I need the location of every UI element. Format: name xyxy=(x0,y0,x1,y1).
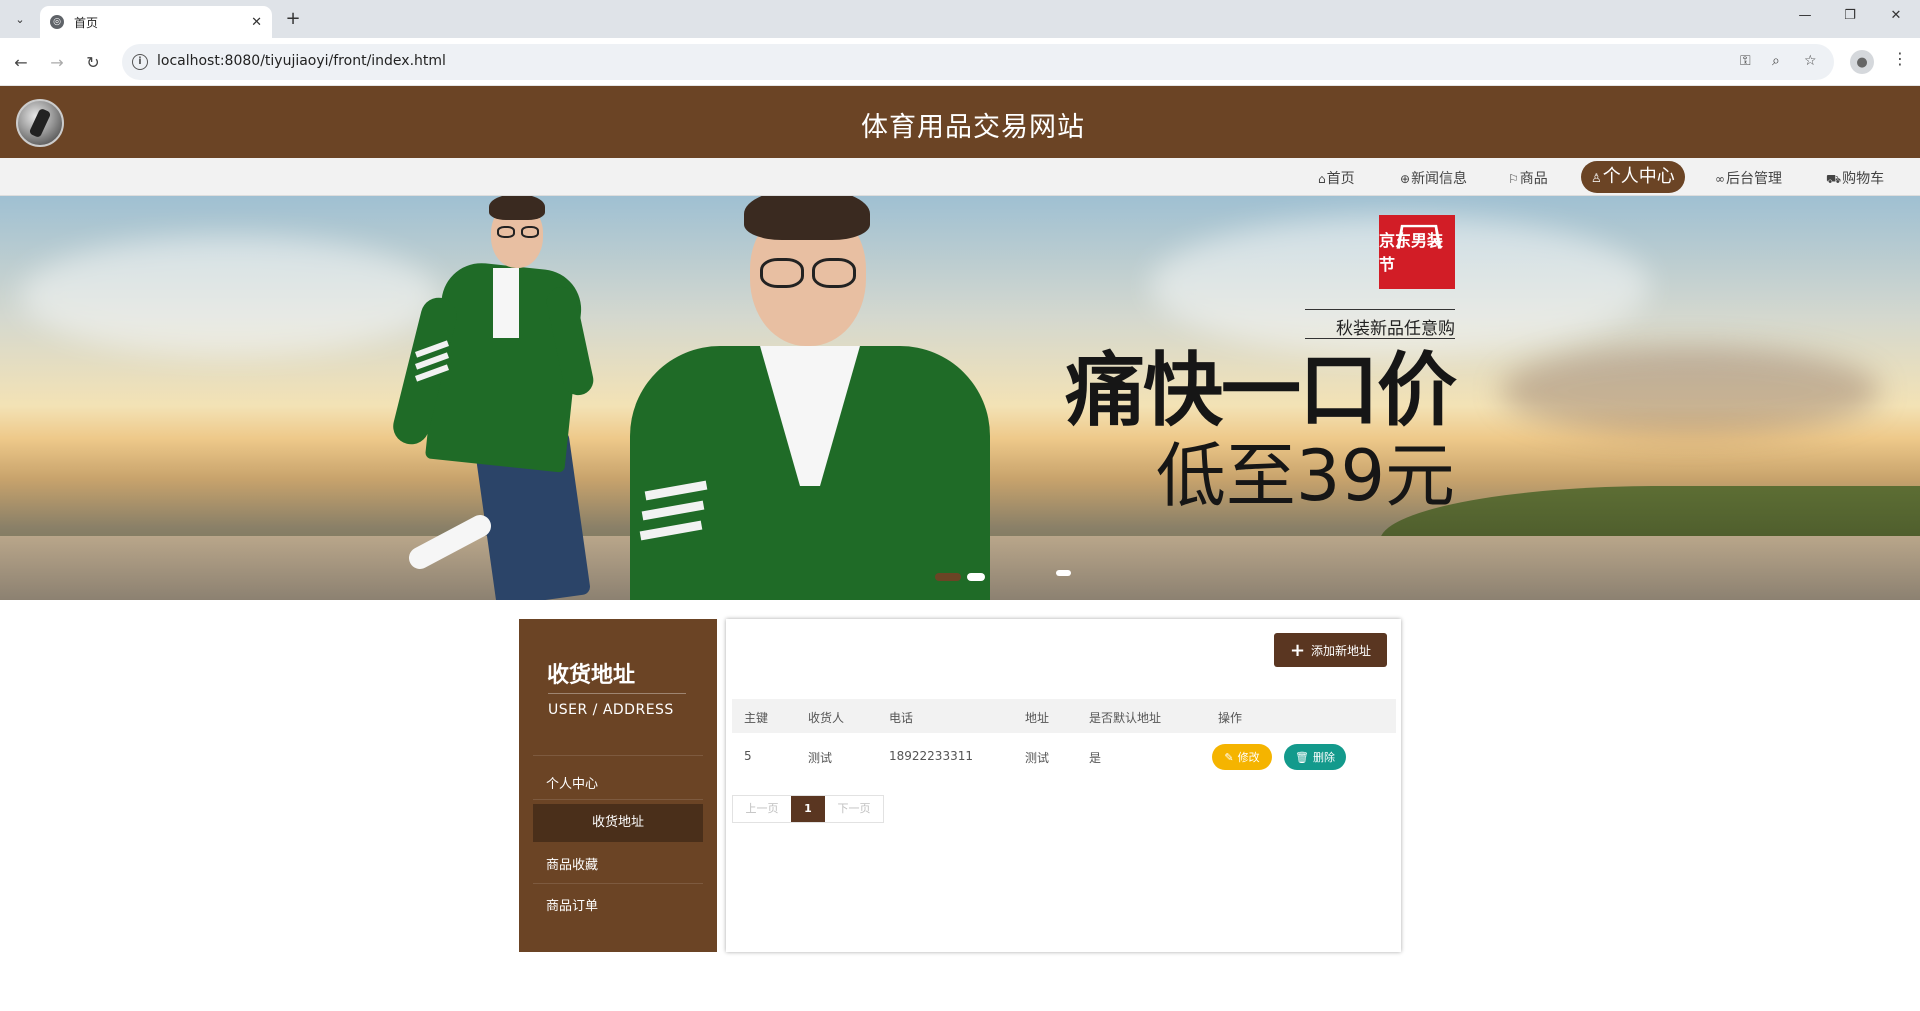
home-icon: ⌂ xyxy=(1318,172,1326,186)
brand-logo: 京东男装节 xyxy=(1379,215,1455,289)
minimize-icon[interactable]: — xyxy=(1795,8,1815,23)
tab-search-chevron-icon[interactable]: ⌄ xyxy=(8,7,32,31)
banner-tagline: 秋装新品任意购 xyxy=(1305,309,1455,339)
col-address: 地址 xyxy=(1025,711,1050,725)
carousel-dot[interactable] xyxy=(935,573,961,581)
flag-icon: ⚐ xyxy=(1508,172,1519,186)
close-tab-icon[interactable]: ✕ xyxy=(251,15,262,30)
nav-cart[interactable]: ⛟购物车 xyxy=(1826,168,1884,188)
address-bar[interactable]: i localhost:8080/tiyujiaoyi/front/index.… xyxy=(122,44,1834,80)
banner-subline: 低至39元 xyxy=(1155,435,1455,517)
divider xyxy=(533,799,703,800)
table-header: 主键 收货人 电话 地址 是否默认地址 操作 xyxy=(732,699,1396,733)
nav-news[interactable]: ⊕新闻信息 xyxy=(1400,168,1467,188)
carousel-dot[interactable] xyxy=(1056,570,1071,576)
new-tab-button[interactable]: + xyxy=(282,8,304,29)
trash-icon: 🗑 xyxy=(1295,750,1309,764)
pagination: 上一页 1 下一页 xyxy=(732,795,884,823)
table-row: 5 测试 18922233311 测试 是 ✎ 修改 🗑 删除 xyxy=(732,733,1396,773)
profile-avatar-icon[interactable]: ● xyxy=(1850,50,1874,74)
back-arrow-icon[interactable]: ← xyxy=(9,50,33,74)
banner-headline: 痛快一口价 xyxy=(1065,344,1457,437)
cart-icon: ⛟ xyxy=(1826,172,1842,186)
col-id: 主键 xyxy=(744,711,769,725)
page-1-button[interactable]: 1 xyxy=(791,796,825,822)
site-title: 体育用品交易网站 xyxy=(861,112,1085,143)
window-close-icon[interactable]: ✕ xyxy=(1886,8,1906,23)
col-phone: 电话 xyxy=(889,711,914,725)
cloud xyxy=(1500,346,1880,436)
globe-icon: ◎ xyxy=(50,15,64,29)
divider xyxy=(533,883,703,884)
forward-arrow-icon[interactable]: → xyxy=(45,50,69,74)
cloud xyxy=(20,236,440,356)
add-address-label: 添加新地址 xyxy=(1311,643,1372,658)
reload-icon[interactable]: ↻ xyxy=(81,50,105,74)
sidebar-title: 收货地址 xyxy=(547,663,636,688)
edit-label: 修改 xyxy=(1237,751,1260,764)
sidebar-item-address[interactable]: 收货地址 xyxy=(533,804,703,842)
plus-icon: + xyxy=(1289,639,1306,661)
browser-tab-strip: ⌄ ◎ 首页 ✕ + — ❐ ✕ xyxy=(0,0,1920,38)
add-address-button[interactable]: + 添加新地址 xyxy=(1274,633,1387,667)
main-nav: ⌂首页 ⊕新闻信息 ⚐商品 ♙个人中心 ∞后台管理 ⛟购物车 xyxy=(0,158,1920,196)
site-info-icon[interactable]: i xyxy=(132,54,148,70)
globe-icon: ⊕ xyxy=(1400,172,1411,186)
carousel-dot-active[interactable] xyxy=(967,573,985,581)
sidebar-item-orders[interactable]: 商品订单 xyxy=(546,895,598,914)
password-key-icon[interactable]: ⚿ xyxy=(1740,53,1751,69)
bookmark-star-icon[interactable]: ☆ xyxy=(1804,53,1817,69)
address-panel: + 添加新地址 主键 收货人 电话 地址 是否默认地址 操作 5 测试 1892… xyxy=(726,619,1401,952)
user-sidebar: 收货地址 USER / ADDRESS 个人中心 收货地址 商品收藏 商品订单 xyxy=(519,619,717,952)
nav-home[interactable]: ⌂首页 xyxy=(1318,168,1355,188)
pencil-icon: ✎ xyxy=(1224,750,1234,764)
sidebar-item-favorites[interactable]: 商品收藏 xyxy=(546,854,598,873)
cell-default: 是 xyxy=(1089,751,1102,765)
zoom-icon[interactable]: ⌕ xyxy=(1772,53,1780,69)
divider xyxy=(533,755,703,756)
cell-phone: 18922233311 xyxy=(889,749,973,763)
restore-icon[interactable]: ❐ xyxy=(1840,8,1860,23)
browser-tab[interactable]: ◎ 首页 ✕ xyxy=(40,6,272,38)
promo-banner[interactable]: 京东男装节 秋装新品任意购 痛快一口价 低至39元 xyxy=(0,196,1920,600)
col-default: 是否默认地址 xyxy=(1089,711,1162,725)
cell-receiver: 测试 xyxy=(808,751,833,765)
edit-button[interactable]: ✎ 修改 xyxy=(1212,744,1272,770)
cell-address: 测试 xyxy=(1025,751,1050,765)
tab-title: 首页 xyxy=(74,15,99,30)
col-receiver: 收货人 xyxy=(808,711,845,725)
nav-admin[interactable]: ∞后台管理 xyxy=(1715,168,1782,188)
next-page-button[interactable]: 下一页 xyxy=(825,796,883,822)
nav-goods[interactable]: ⚐商品 xyxy=(1508,168,1548,188)
user-icon: ♙ xyxy=(1591,171,1602,185)
sidebar-subtitle: USER / ADDRESS xyxy=(548,693,686,718)
prev-page-button[interactable]: 上一页 xyxy=(733,796,791,822)
site-header: 体育用品交易网站 xyxy=(0,86,1920,158)
nav-user-center[interactable]: ♙个人中心 xyxy=(1581,161,1685,193)
browser-toolbar: ← → ↻ i localhost:8080/tiyujiaoyi/front/… xyxy=(0,38,1920,86)
col-actions: 操作 xyxy=(1218,711,1243,725)
cell-id: 5 xyxy=(744,749,752,763)
browser-menu-icon[interactable]: ⋮ xyxy=(1892,49,1908,68)
delete-button[interactable]: 🗑 删除 xyxy=(1284,744,1346,770)
url-text[interactable]: localhost:8080/tiyujiaoyi/front/index.ht… xyxy=(157,53,446,69)
delete-label: 删除 xyxy=(1312,751,1335,764)
link-icon: ∞ xyxy=(1715,172,1725,186)
sidebar-item-user-center[interactable]: 个人中心 xyxy=(546,773,598,792)
